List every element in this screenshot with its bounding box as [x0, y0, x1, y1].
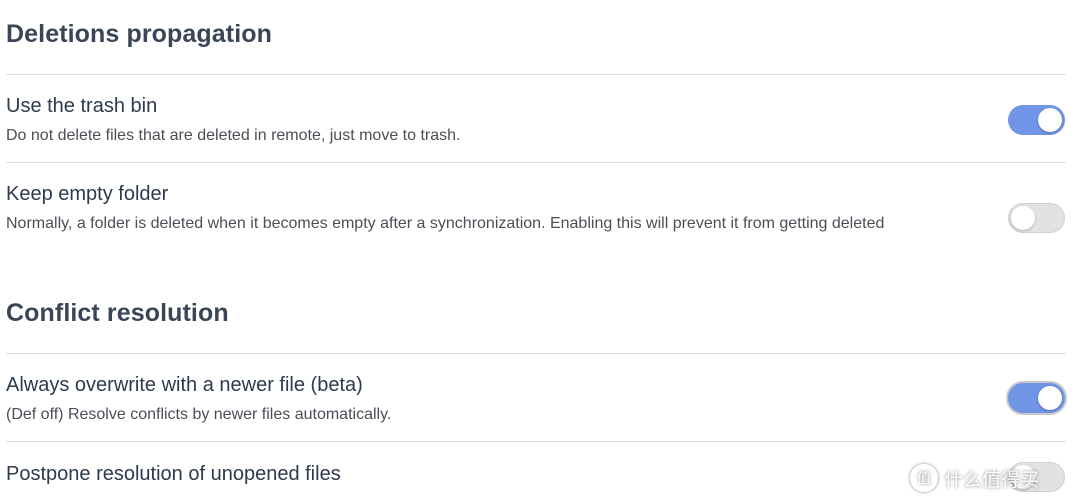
divider: [6, 441, 1066, 442]
watermark: 值 什么值得买: [910, 462, 1039, 494]
divider: [6, 353, 1066, 354]
setting-name: Keep empty folder: [6, 183, 169, 205]
setting-description: Normally, a folder is deleted when it be…: [6, 215, 885, 232]
watermark-logo-icon: 值: [910, 464, 938, 492]
divider: [6, 162, 1066, 163]
settings-page: Deletions propagation Use the trash bin …: [0, 0, 1080, 503]
setting-name: Use the trash bin: [6, 95, 158, 117]
setting-name: Always overwrite with a newer file (beta…: [6, 374, 363, 396]
setting-name: Postpone resolution of unopened files: [6, 463, 341, 485]
keep-empty-folder-toggle[interactable]: [1008, 203, 1065, 233]
section-heading-deletions: Deletions propagation: [6, 20, 273, 48]
use-trash-bin-toggle[interactable]: [1008, 105, 1065, 135]
watermark-text: 什么值得买: [944, 469, 1040, 491]
section-heading-conflict-resolution: Conflict resolution: [6, 299, 229, 327]
setting-description: (Def off) Resolve conflicts by newer fil…: [6, 406, 392, 423]
toggle-knob: [1011, 206, 1035, 230]
divider: [6, 74, 1066, 75]
toggle-knob: [1038, 386, 1062, 410]
setting-description: Do not delete files that are deleted in …: [6, 127, 461, 144]
toggle-knob: [1038, 108, 1062, 132]
always-overwrite-toggle[interactable]: [1008, 383, 1065, 413]
